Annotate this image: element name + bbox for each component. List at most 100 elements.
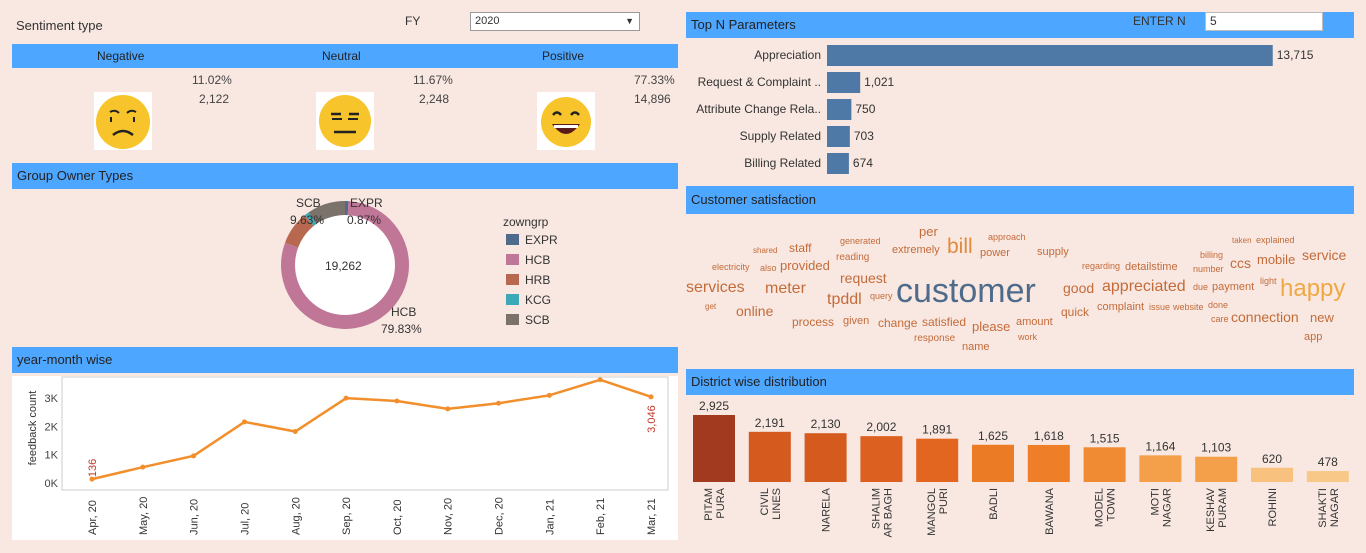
wordcloud-word[interactable]: new — [1310, 311, 1334, 324]
district-bar[interactable] — [804, 433, 847, 482]
top-n-bar[interactable] — [827, 126, 850, 147]
legend-swatch-hcb — [506, 254, 519, 265]
district-category-label: MODEL — [1094, 488, 1106, 527]
wordcloud-word[interactable]: done — [1208, 301, 1228, 310]
district-value-label: 2,130 — [811, 417, 841, 431]
district-bar[interactable] — [1083, 447, 1126, 482]
wordcloud-word[interactable]: bill — [947, 236, 973, 257]
wordcloud-word[interactable]: process — [792, 316, 834, 328]
wordcloud-word[interactable]: taken — [1232, 237, 1252, 245]
legend-label-hcb[interactable]: HCB — [525, 253, 550, 267]
x-tick-label: Nov, 20 — [443, 498, 455, 535]
district-bar[interactable] — [860, 436, 903, 482]
wordcloud-word[interactable]: generated — [840, 237, 881, 246]
district-bar[interactable] — [1251, 467, 1293, 482]
enter-n-label: ENTER N — [1133, 14, 1186, 28]
wordcloud-word[interactable]: explained — [1256, 236, 1295, 245]
wordcloud-word[interactable]: appreciated — [1102, 279, 1186, 295]
wordcloud-word[interactable]: complaint — [1097, 302, 1144, 313]
wordcloud-word[interactable]: detailstime — [1125, 262, 1178, 273]
enter-n-input[interactable]: 5 — [1205, 12, 1323, 31]
wordcloud-word[interactable]: number — [1193, 265, 1224, 274]
wordcloud-word[interactable]: app — [1304, 332, 1322, 343]
wordcloud-word[interactable]: extremely — [892, 245, 940, 256]
wordcloud-word[interactable]: name — [962, 342, 990, 353]
district-category-label: NARELA — [821, 487, 833, 532]
district-bar[interactable] — [1027, 444, 1070, 482]
wordcloud-word[interactable]: response — [914, 334, 955, 344]
wordcloud-word[interactable]: happy — [1280, 277, 1345, 301]
y-tick-label: 2K — [45, 421, 59, 433]
wordcloud-word[interactable]: staff — [789, 242, 811, 254]
wordcloud-word[interactable]: service — [1302, 248, 1346, 262]
wordcloud-word[interactable]: care — [1211, 315, 1229, 324]
district-bar[interactable] — [916, 438, 959, 482]
line-point[interactable] — [648, 394, 654, 400]
district-bar[interactable] — [748, 431, 791, 482]
district-bar[interactable] — [1195, 456, 1238, 482]
fy-select[interactable]: 2020 ▼ — [470, 12, 640, 31]
legend-label-expr[interactable]: EXPR — [525, 233, 558, 247]
wordcloud-word[interactable]: change — [878, 317, 917, 329]
line-point[interactable] — [191, 453, 197, 459]
line-point[interactable] — [496, 400, 502, 406]
wordcloud-word[interactable]: issue — [1149, 303, 1170, 312]
line-point[interactable] — [394, 398, 400, 404]
top-n-bar[interactable] — [827, 99, 852, 120]
wordcloud-word[interactable]: mobile — [1257, 253, 1295, 266]
legend-label-hrb[interactable]: HRB — [525, 273, 550, 287]
wordcloud-word[interactable]: reading — [836, 253, 869, 263]
wordcloud-word[interactable]: power — [980, 248, 1010, 259]
line-point[interactable] — [292, 429, 298, 435]
wordcloud-word[interactable]: regarding — [1082, 262, 1120, 271]
wordcloud-word[interactable]: also — [760, 264, 777, 273]
district-bar[interactable] — [693, 415, 735, 482]
top-n-bar[interactable] — [827, 72, 861, 93]
wordcloud-word[interactable]: ccs — [1230, 256, 1251, 270]
neutral-face-icon — [316, 92, 374, 150]
line-point[interactable] — [241, 419, 247, 425]
line-point[interactable] — [445, 406, 451, 412]
wordcloud-word[interactable]: services — [686, 280, 745, 296]
wordcloud-word[interactable]: billing — [1200, 251, 1223, 260]
district-bar[interactable] — [1306, 471, 1349, 482]
legend-label-kcg[interactable]: KCG — [525, 293, 551, 307]
line-point[interactable] — [343, 395, 349, 401]
y-tick-label: 1K — [45, 450, 59, 462]
district-value-label: 2,925 — [699, 399, 729, 413]
line-point[interactable] — [140, 464, 146, 470]
wordcloud-word[interactable]: connection — [1231, 310, 1299, 324]
top-n-bar[interactable] — [827, 153, 849, 174]
wordcloud-word[interactable]: customer — [896, 274, 1036, 308]
wordcloud-word[interactable]: shared — [753, 247, 777, 255]
wordcloud-word[interactable]: get — [705, 303, 716, 311]
wordcloud-word[interactable]: due — [1193, 283, 1208, 292]
top-n-bar[interactable] — [827, 45, 1273, 66]
wordcloud-word[interactable]: quick — [1061, 306, 1089, 318]
wordcloud-word[interactable]: request — [840, 271, 887, 285]
district-bar[interactable] — [972, 444, 1014, 482]
wordcloud-word[interactable]: query — [870, 292, 893, 301]
wordcloud-word[interactable]: online — [736, 304, 773, 318]
wordcloud-word[interactable]: provided — [780, 259, 830, 272]
legend-label-scb[interactable]: SCB — [525, 313, 550, 327]
wordcloud-word[interactable]: approach — [988, 233, 1026, 242]
wordcloud-word[interactable]: electricity — [712, 263, 750, 272]
wordcloud-word[interactable]: given — [843, 316, 869, 327]
line-point[interactable] — [546, 392, 552, 398]
wordcloud-word[interactable]: work — [1018, 333, 1037, 342]
district-bar[interactable] — [1139, 455, 1182, 482]
wordcloud-word[interactable]: please — [972, 320, 1010, 333]
wordcloud-word[interactable]: good — [1063, 281, 1094, 295]
wordcloud-word[interactable]: light — [1260, 277, 1277, 286]
wordcloud-word[interactable]: website — [1173, 303, 1204, 312]
line-point[interactable] — [597, 377, 603, 383]
wordcloud-word[interactable]: supply — [1037, 247, 1069, 258]
wordcloud-word[interactable]: meter — [765, 281, 806, 297]
wordcloud-word[interactable]: satisfied — [922, 316, 966, 328]
wordcloud-word[interactable]: tpddl — [827, 292, 862, 308]
wordcloud-word[interactable]: payment — [1212, 282, 1254, 293]
wordcloud-word[interactable]: per — [919, 225, 938, 238]
wordcloud-word[interactable]: amount — [1016, 317, 1053, 328]
district-category-label: TOWN — [1106, 488, 1118, 521]
